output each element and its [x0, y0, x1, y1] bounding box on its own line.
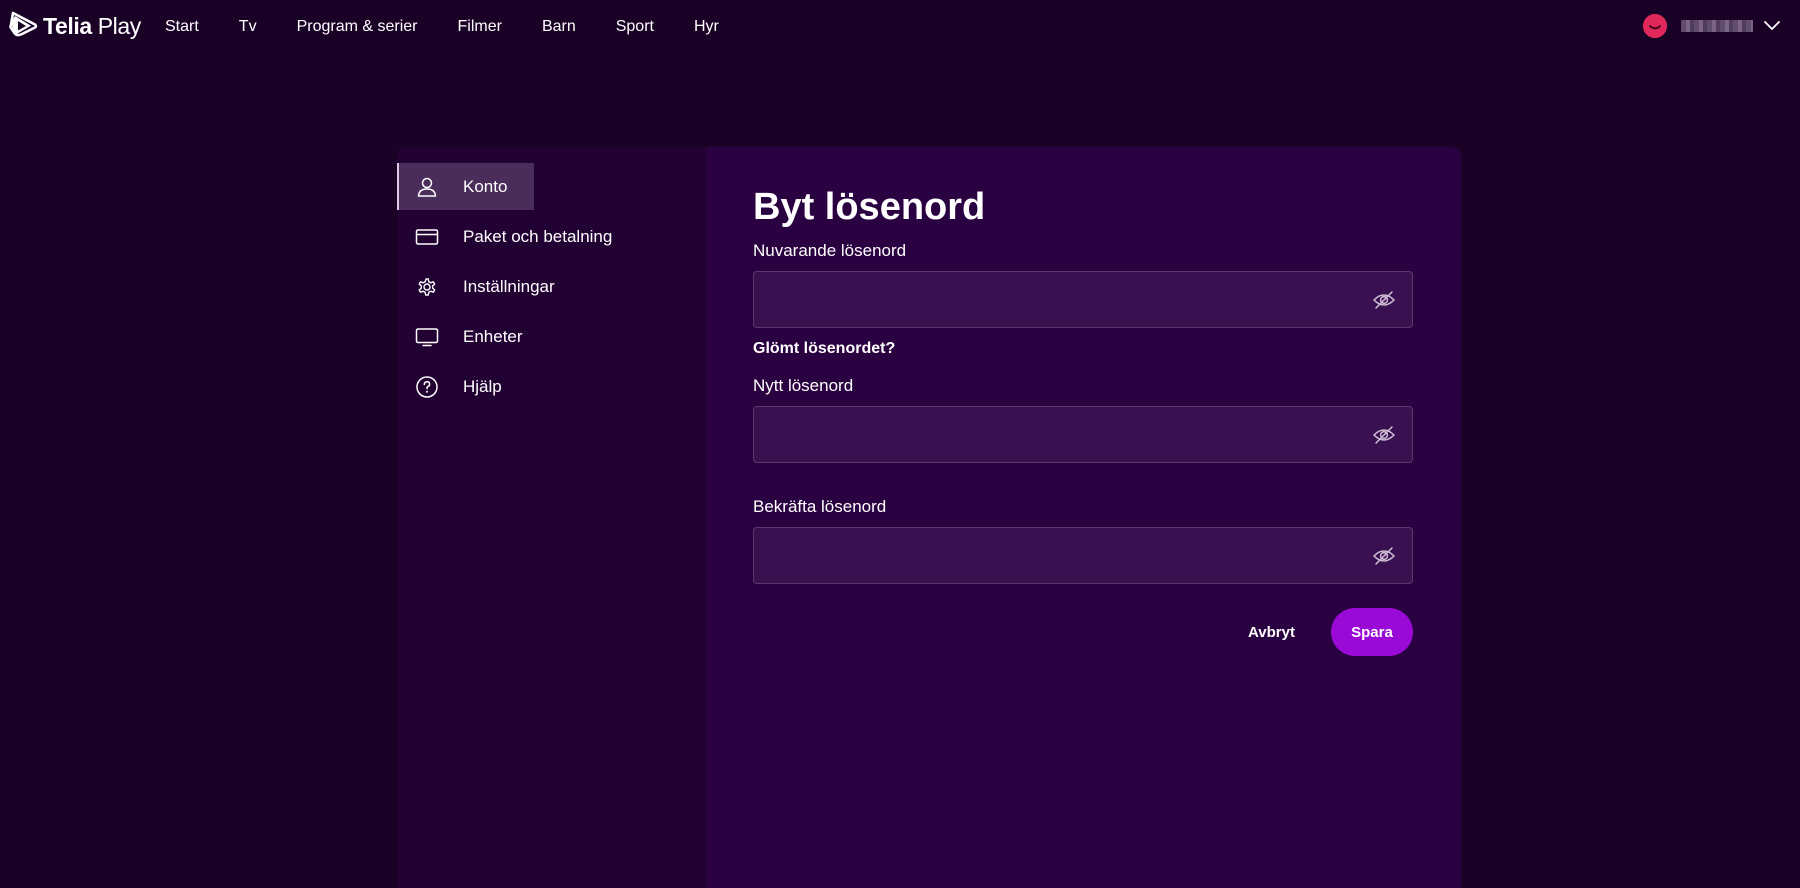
top-navigation-bar: Telia Play Start Tv Program & serier Fil…: [0, 0, 1800, 54]
change-password-form: Byt lösenord Nuvarande lösenord Glömt lö…: [707, 147, 1461, 888]
smiley-avatar-icon[interactable]: [1643, 14, 1667, 38]
sidebar-item-enheter[interactable]: Enheter: [397, 313, 534, 360]
sidebar-item-label: Hjälp: [463, 376, 502, 396]
nav-item-tv[interactable]: Tv: [239, 16, 257, 38]
forgot-password-link[interactable]: Glömt lösenordet?: [753, 338, 1461, 360]
gear-icon: [418, 277, 436, 296]
main-nav: Start Tv Program & serier Filmer Barn Sp…: [165, 16, 719, 38]
eye-off-icon[interactable]: [1372, 545, 1396, 567]
brand-name-bold: Telia: [43, 13, 92, 39]
sidebar-item-label: Inställningar: [463, 276, 555, 296]
sidebar-item-installningar[interactable]: Inställningar: [397, 263, 555, 310]
username-redacted: [1681, 20, 1753, 32]
current-password-label: Nuvarande lösenord: [753, 241, 907, 260]
chevron-down-icon[interactable]: [1763, 20, 1781, 32]
form-actions: Avbryt Spara: [753, 608, 1413, 656]
confirm-password-label: Bekräfta lösenord: [753, 497, 887, 516]
new-password-label: Nytt lösenord: [753, 376, 854, 395]
user-icon: [417, 177, 437, 197]
help-circle-icon: [416, 375, 438, 398]
settings-sidebar: Konto Paket och betalning Inställningar …: [397, 147, 707, 888]
nav-item-program-serier[interactable]: Program & serier: [297, 16, 418, 38]
user-menu[interactable]: [1643, 13, 1781, 39]
new-password-field[interactable]: [754, 407, 1412, 462]
nav-item-filmer[interactable]: Filmer: [458, 16, 502, 38]
confirm-password-field-wrapper: [753, 527, 1413, 584]
nav-item-barn[interactable]: Barn: [542, 16, 576, 38]
cancel-button[interactable]: Avbryt: [1248, 624, 1295, 641]
credit-card-icon: [415, 228, 439, 245]
brand-name: Telia Play: [43, 10, 141, 42]
confirm-password-field[interactable]: [754, 528, 1412, 583]
monitor-icon: [415, 327, 439, 346]
account-settings-panel: Konto Paket och betalning Inställningar …: [397, 147, 1461, 888]
sidebar-item-label: Paket och betalning: [463, 226, 613, 246]
sidebar-item-konto[interactable]: Konto: [397, 163, 534, 210]
sidebar-item-label: Enheter: [463, 326, 523, 346]
brand-name-regular: Play: [91, 13, 142, 39]
new-password-field-wrapper: [753, 406, 1413, 463]
current-password-field-wrapper: [753, 271, 1413, 328]
save-button[interactable]: Spara: [1331, 608, 1413, 656]
sidebar-item-label: Konto: [463, 176, 508, 196]
current-password-field[interactable]: [754, 272, 1412, 327]
eye-off-icon[interactable]: [1372, 424, 1396, 446]
nav-item-sport[interactable]: Sport: [616, 16, 654, 38]
telia-play-logo[interactable]: Telia Play: [9, 10, 141, 42]
telia-play-logo-icon: [9, 11, 38, 37]
page-title: Byt lösenord: [753, 186, 986, 228]
sidebar-item-hjalp[interactable]: Hjälp: [397, 363, 534, 410]
eye-off-icon[interactable]: [1372, 289, 1396, 311]
nav-item-hyr[interactable]: Hyr: [694, 16, 719, 38]
sidebar-item-paket-och-betalning[interactable]: Paket och betalning: [397, 213, 612, 260]
nav-item-start[interactable]: Start: [165, 16, 199, 38]
